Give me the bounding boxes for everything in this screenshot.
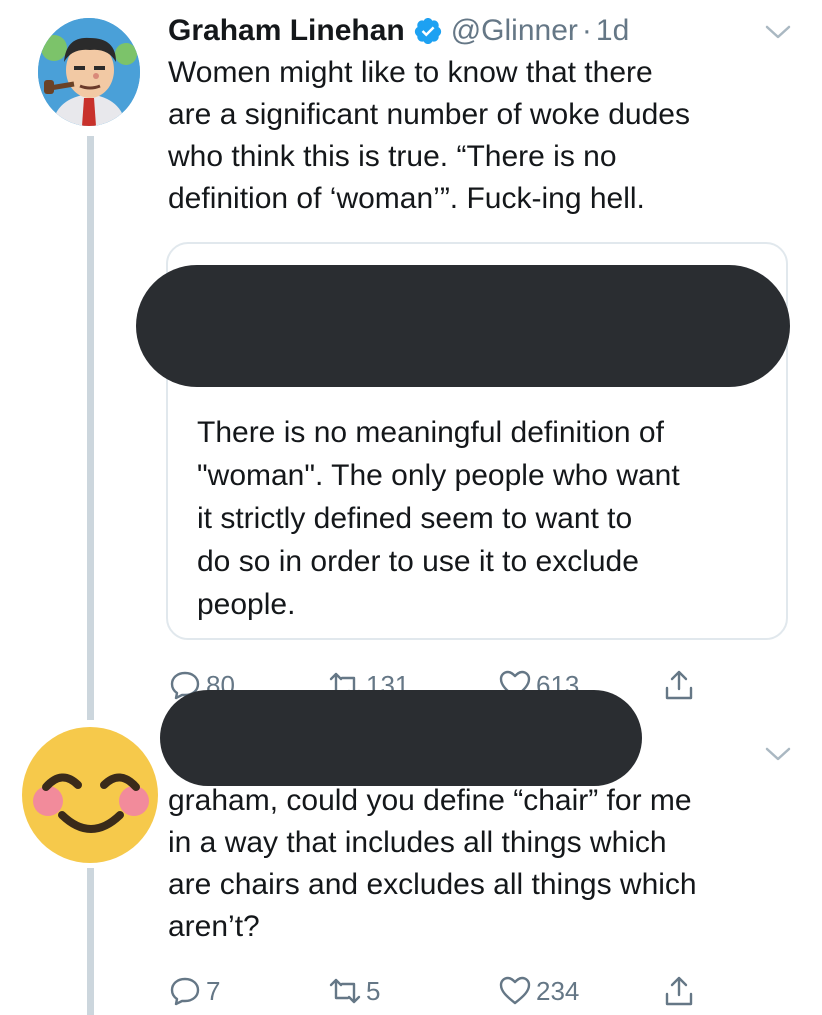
author-avatar[interactable]	[38, 18, 140, 126]
tweet-header: Graham Linehan @Glinner · 1d	[168, 14, 629, 48]
retweet-button[interactable]: 5	[328, 974, 380, 1008]
thread-connector-lower	[87, 868, 94, 1015]
tweet-timestamp[interactable]: 1d	[596, 14, 629, 48]
separator-dot: ·	[581, 14, 592, 47]
reply-icon	[170, 977, 200, 1006]
author-handle[interactable]: @Glinner	[451, 14, 578, 48]
like-button[interactable]: 234	[498, 974, 579, 1008]
chevron-down-icon[interactable]	[764, 746, 792, 762]
retweet-icon	[329, 978, 361, 1004]
blushing-smile-emoji[interactable]	[20, 725, 160, 865]
share-button[interactable]	[662, 974, 696, 1008]
redaction-blob-quote-author	[136, 265, 790, 387]
tweet-2-actions: 7 5 234	[168, 974, 708, 1010]
quoted-tweet-text: There is no meaningful definition of "wo…	[197, 416, 680, 621]
retweet-count: 5	[366, 975, 381, 1006]
reply-count: 7	[206, 975, 221, 1006]
share-icon	[665, 976, 693, 1006]
redaction-blob-reply-author	[160, 690, 642, 786]
heart-icon	[499, 976, 531, 1005]
share-button[interactable]	[662, 668, 696, 702]
author-name[interactable]: Graham Linehan	[168, 14, 405, 48]
tweet-text: Women might like to know that there are …	[168, 56, 690, 215]
reply-tweet-text: graham, could you define “chair” for me …	[168, 784, 697, 943]
reply-button[interactable]: 7	[168, 974, 220, 1008]
share-icon	[665, 670, 693, 700]
thread-connector-upper	[87, 136, 94, 720]
chevron-down-icon[interactable]	[764, 24, 792, 40]
like-count: 234	[536, 975, 580, 1006]
verified-badge-icon	[414, 18, 441, 44]
